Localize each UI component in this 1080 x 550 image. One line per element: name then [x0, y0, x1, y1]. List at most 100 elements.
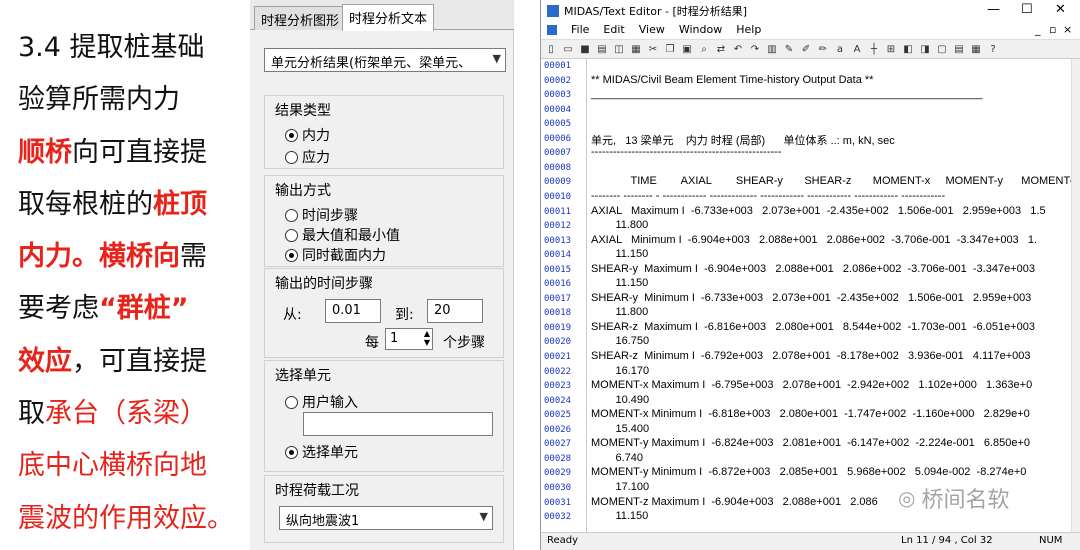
maximize-icon[interactable]: ☐	[1021, 2, 1033, 17]
radio-max-min[interactable]: 最大值和最小值	[285, 225, 400, 245]
window-icon[interactable]: ◧	[902, 44, 914, 55]
doc-icon	[547, 25, 557, 35]
to-field[interactable]: 20	[427, 299, 483, 323]
doc-restore-icon[interactable]: ▫	[1049, 23, 1056, 36]
line-number: 00015	[544, 264, 572, 275]
status-text: Ready	[547, 535, 579, 546]
group-title: 时程荷载工况	[275, 483, 359, 499]
line-number: 00010	[544, 191, 572, 202]
radio-user-input[interactable]: 用户输入	[285, 392, 358, 412]
load-case-select[interactable]: 纵向地震波1 ▼	[279, 506, 493, 530]
menu-view[interactable]: View	[639, 23, 665, 38]
redo-icon[interactable]: ↷	[749, 44, 761, 55]
cursor-position: Ln 11 / 94 , Col 32	[901, 535, 993, 546]
copy-icon[interactable]: ❐	[664, 44, 676, 55]
line-number: 00022	[544, 366, 572, 377]
vertical-scrollbar[interactable]	[1071, 59, 1080, 532]
case-icon[interactable]: a	[834, 44, 846, 55]
line-number: 00029	[544, 468, 572, 479]
menu-edit[interactable]: Edit	[603, 23, 624, 38]
window-icon[interactable]: ▦	[970, 44, 982, 55]
text-line: MOMENT-y Maximum I -6.824e+003 2.081e+00…	[591, 437, 1031, 450]
preview-icon[interactable]: ◫	[613, 44, 625, 55]
result-select[interactable]: 单元分析结果(桁架单元、梁单元、 ▼	[264, 48, 506, 72]
radio-select-element[interactable]: 选择单元	[285, 442, 358, 462]
slide-line: 顺桥向可直接提	[18, 136, 207, 168]
window-icon[interactable]: ▤	[953, 44, 965, 55]
line-number: 00019	[544, 322, 572, 333]
text-line: TIME AXIAL SHEAR-y SHEAR-z MOMENT-x MOME…	[591, 175, 1071, 188]
radio-simultaneous[interactable]: 同时截面内力	[285, 245, 386, 265]
text-line: SHEAR-z Minimum I -6.792e+003 2.078e+001…	[591, 350, 1031, 362]
menu-help[interactable]: Help	[736, 23, 761, 38]
text-area[interactable]: 00001 00002 00003 00004 00005 00006 00007 00008…	[541, 59, 1071, 532]
tab-time-history-graph[interactable]: 时程分析图形	[254, 6, 347, 30]
line-number: 00012	[544, 221, 572, 232]
text-line: 15.400	[591, 422, 650, 435]
paste-icon[interactable]: ▣	[681, 44, 693, 55]
tab-time-history-text[interactable]: 时程分析文本	[342, 4, 435, 31]
minimize-icon[interactable]: —	[987, 2, 1000, 17]
open-icon[interactable]: ▭	[562, 44, 574, 55]
radio-time-step[interactable]: 时间步骤	[285, 205, 358, 225]
text-line: 6.740	[591, 451, 643, 464]
select-element-group: 选择单元 用户输入 选择单元	[264, 360, 504, 472]
doc-close-icon[interactable]: ×	[1063, 23, 1072, 36]
from-field[interactable]: 0.01	[325, 299, 381, 323]
line-number: 00017	[544, 293, 572, 304]
tool-icon[interactable]: ✐	[800, 44, 812, 55]
undo-icon[interactable]: ↶	[732, 44, 744, 55]
line-number: 00031	[544, 497, 572, 508]
window-icon[interactable]: ◨	[919, 44, 931, 55]
line-number: 00005	[544, 119, 572, 130]
line-number: 00032	[544, 512, 572, 523]
cut-icon[interactable]: ✂	[647, 44, 659, 55]
new-icon[interactable]: ▯	[545, 44, 557, 55]
radio-icon	[285, 228, 298, 242]
save-icon[interactable]: ■	[579, 44, 591, 55]
line-number: 00023	[544, 381, 572, 392]
tool-icon[interactable]: ✎	[783, 44, 795, 55]
close-icon[interactable]: ✕	[1055, 2, 1066, 17]
window-icon[interactable]: ▢	[936, 44, 948, 55]
text-line: SHEAR-y Minimum I -6.733e+003 2.073e+001…	[591, 291, 1032, 304]
line-number: 00011	[544, 206, 572, 217]
menu-file[interactable]: File	[571, 23, 589, 38]
print-setup-icon[interactable]: ▦	[630, 44, 642, 55]
toolbar: ▯ ▭ ■ ▤ ◫ ▦ ✂ ❐ ▣ ⌕ ⇄ ↶ ↷ ▥ ✎ ✐ ✏ a A ┼ …	[541, 39, 1080, 59]
layout-icon[interactable]: ⊞	[885, 44, 897, 55]
wechat-icon: ◎	[898, 486, 916, 510]
slide-line: 3.4 提取桩基础	[18, 32, 205, 63]
help-icon[interactable]: ?	[987, 44, 999, 55]
font-icon[interactable]: A	[851, 44, 863, 55]
grid-icon[interactable]: ┼	[868, 44, 880, 55]
step-stepper[interactable]: 1 ▲ ▼	[385, 328, 433, 350]
group-title: 输出的时间步骤	[275, 276, 373, 292]
text-line: AXIAL Maximum I -6.733e+003 2.073e+001 -…	[591, 204, 1046, 217]
line-number: 00014	[544, 250, 572, 261]
text-line: MOMENT-z Maximum I -6.904e+003 2.088e+00…	[591, 495, 878, 508]
step-unit-label: 个步骤	[443, 335, 485, 351]
replace-icon[interactable]: ⇄	[715, 44, 727, 55]
line-number: 00028	[544, 453, 572, 464]
text-line: 11.150	[591, 277, 649, 290]
line-number: 00008	[544, 162, 572, 173]
radio-icon	[285, 395, 298, 409]
result-type-group: 结果类型 内力 应力	[264, 95, 504, 169]
tool-icon[interactable]: ✏	[817, 44, 829, 55]
slide-line: 内力。横桥向需	[18, 241, 207, 273]
find-icon[interactable]: ⌕	[698, 44, 710, 55]
line-number: 00020	[544, 337, 572, 348]
group-title: 输出方式	[275, 183, 331, 199]
radio-force[interactable]: 内力	[285, 125, 330, 145]
doc-minimize-icon[interactable]: _	[1035, 23, 1041, 36]
record-icon[interactable]: ▥	[766, 44, 778, 55]
line-number: 00021	[544, 352, 572, 362]
menu-window[interactable]: Window	[679, 23, 722, 38]
user-input-field[interactable]	[303, 412, 493, 436]
radio-stress[interactable]: 应力	[285, 147, 330, 167]
line-number: 00030	[544, 482, 572, 493]
print-icon[interactable]: ▤	[596, 44, 608, 55]
spin-arrows-icon[interactable]: ▲ ▼	[424, 329, 430, 347]
group-title: 选择单元	[275, 368, 331, 384]
